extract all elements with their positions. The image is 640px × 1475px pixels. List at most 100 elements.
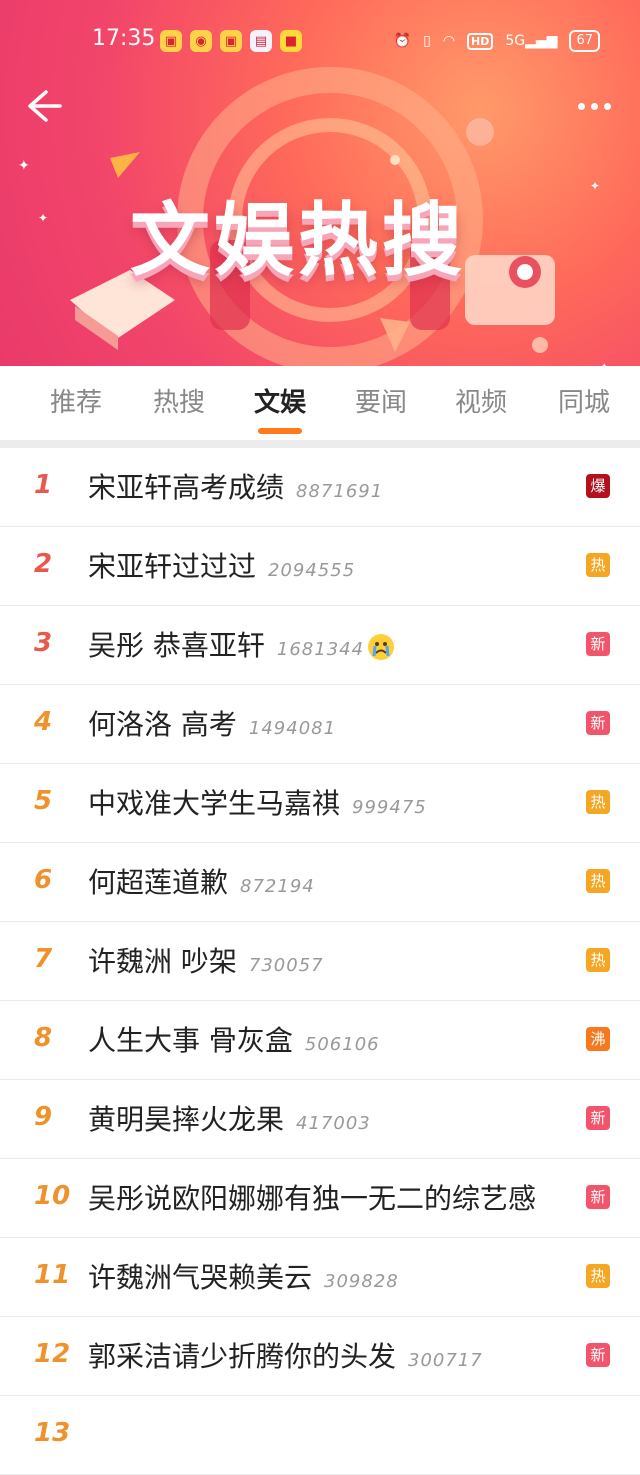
item-title: 郭采洁请少折腾你的头发 [88, 1340, 397, 1373]
item-title-row: 吴彤说欧阳娜娜有独一无二的综艺感 [88, 1177, 536, 1217]
rank-number: 4 [34, 707, 53, 737]
wifi-icon: ◠ [442, 33, 456, 49]
rank-number: 9 [34, 1102, 53, 1132]
item-title-row: 何洛洛 高考 1494081 [88, 703, 336, 743]
rank-number: 10 [34, 1181, 71, 1211]
notification-icons: ▣ ◉ ▣ ▤ ■ [160, 30, 302, 52]
svg-text:✦: ✦ [18, 158, 30, 174]
status-badge: 新 [586, 1185, 610, 1209]
section-divider [0, 440, 640, 448]
tab-entertainment[interactable]: 文娱 [254, 382, 306, 419]
item-title: 何超莲道歉 [88, 866, 229, 899]
list-item[interactable]: 8 人生大事 骨灰盒 506106 沸 [0, 1001, 640, 1080]
svg-text:✦: ✦ [38, 211, 48, 225]
status-bar: 17:35 ▣ ◉ ▣ ▤ ■ ⏰ ▯ ◠ HD 5G▂▄▆ 67 [0, 22, 640, 58]
rank-number: 1 [34, 470, 53, 500]
item-title-row: 何超莲道歉 872194 [88, 861, 315, 901]
item-count: 1494081 [248, 718, 337, 739]
bilibili-notification-icon: ▤ [250, 30, 272, 52]
hot-search-list: 1 宋亚轩高考成绩 8871691 爆 2 宋亚轩过过过 2094555 热 3 吴彤 恭喜亚轩 1… [0, 448, 640, 1475]
status-badge: 新 [586, 1343, 610, 1367]
battery-icon: 67 [569, 30, 600, 52]
vibrate-icon: ▯ [423, 33, 431, 49]
item-title-row: 宋亚轩高考成绩 8871691 [88, 466, 383, 506]
list-item[interactable]: 13 [0, 1396, 640, 1475]
status-badge: 沸 [586, 1027, 610, 1051]
tab-recommend[interactable]: 推荐 [50, 382, 102, 419]
rank-number: 5 [34, 786, 53, 816]
rank-number: 2 [34, 549, 53, 579]
page-title: 文娱热搜 [130, 194, 466, 287]
list-item[interactable]: 3 吴彤 恭喜亚轩 1681344 新 [0, 606, 640, 685]
item-count: 417003 [296, 1113, 371, 1134]
tab-news[interactable]: 要闻 [355, 382, 407, 419]
item-count: 309828 [324, 1271, 399, 1292]
item-title: 宋亚轩高考成绩 [88, 471, 285, 504]
item-title-row: 中戏准大学生马嘉祺 999475 [88, 782, 427, 822]
item-title: 吴彤说欧阳娜娜有独一无二的综艺感 [88, 1182, 537, 1215]
status-badge: 热 [586, 869, 610, 893]
item-title-row: 吴彤 恭喜亚轩 1681344 [88, 624, 395, 664]
tab-video[interactable]: 视频 [455, 382, 507, 419]
status-badge: 新 [586, 711, 610, 735]
status-badge: 新 [586, 1106, 610, 1130]
item-count: 1681344 [276, 639, 365, 660]
item-title: 宋亚轩过过过 [88, 550, 257, 583]
rank-number: 3 [34, 628, 53, 658]
app-notification-icon: ▣ [220, 30, 242, 52]
svg-text:✦: ✦ [590, 179, 600, 193]
status-time: 17:35 [92, 26, 156, 51]
crying-emoji [368, 634, 395, 660]
list-item[interactable]: 1 宋亚轩高考成绩 8871691 爆 [0, 448, 640, 527]
tab-hot-search[interactable]: 热搜 [153, 382, 205, 419]
list-item[interactable]: 2 宋亚轩过过过 2094555 热 [0, 527, 640, 606]
status-badge: 爆 [586, 474, 610, 498]
status-badge: 热 [586, 948, 610, 972]
signal-icon: 5G▂▄▆ [505, 33, 558, 49]
weibo-notification-icon: ◉ [190, 30, 212, 52]
item-title-row: 宋亚轩过过过 2094555 [88, 545, 355, 585]
tab-bar: 推荐 热搜 文娱 要闻 视频 同城 [0, 366, 640, 440]
item-title: 黄明昊摔火龙果 [88, 1103, 285, 1136]
list-item[interactable]: 6 何超莲道歉 872194 热 [0, 843, 640, 922]
alarm-icon: ⏰ [393, 33, 412, 49]
tab-local[interactable]: 同城 [558, 382, 610, 419]
app-notification-icon: ▣ [160, 30, 182, 52]
header-banner: ✦ ✦ ✦ ✦ 17:35 ▣ ◉ ▣ ▤ ■ ⏰ ▯ ◠ HD 5G▂▄▆ 6… [0, 0, 640, 366]
item-title-row: 郭采洁请少折腾你的头发 300717 [88, 1335, 483, 1375]
status-badge: 新 [586, 632, 610, 656]
list-item[interactable]: 5 中戏准大学生马嘉祺 999475 热 [0, 764, 640, 843]
item-count: 730057 [248, 955, 324, 976]
item-title-row: 许魏洲 吵架 730057 [88, 940, 324, 980]
list-item[interactable]: 12 郭采洁请少折腾你的头发 300717 新 [0, 1317, 640, 1396]
rank-number: 11 [34, 1260, 71, 1290]
system-icons: ⏰ ▯ ◠ HD 5G▂▄▆ 67 [394, 30, 600, 52]
item-count: 8871691 [296, 481, 384, 502]
app-notification-icon: ■ [280, 30, 302, 52]
status-badge: 热 [586, 1264, 610, 1288]
more-options-icon[interactable] [578, 96, 618, 116]
list-item[interactable]: 10 吴彤说欧阳娜娜有独一无二的综艺感 新 [0, 1159, 640, 1238]
item-title: 许魏洲 吵架 [88, 945, 237, 978]
list-item[interactable]: 11 许魏洲气哭赖美云 309828 热 [0, 1238, 640, 1317]
item-count: 999475 [352, 797, 427, 818]
rank-number: 7 [34, 944, 53, 974]
item-title-row: 人生大事 骨灰盒 506106 [88, 1019, 380, 1059]
active-tab-indicator [258, 428, 302, 434]
item-title-row: 许魏洲气哭赖美云 309828 [88, 1256, 399, 1296]
list-item[interactable]: 4 何洛洛 高考 1494081 新 [0, 685, 640, 764]
item-title: 中戏准大学生马嘉祺 [88, 787, 341, 820]
item-count: 2094555 [268, 560, 356, 581]
item-count: 300717 [408, 1350, 483, 1371]
rank-number: 6 [34, 865, 53, 895]
status-badge: 热 [586, 553, 610, 577]
list-item[interactable]: 9 黄明昊摔火龙果 417003 新 [0, 1080, 640, 1159]
item-title-row: 黄明昊摔火龙果 417003 [88, 1098, 371, 1138]
list-item[interactable]: 7 许魏洲 吵架 730057 热 [0, 922, 640, 1001]
back-arrow-icon[interactable] [22, 86, 62, 126]
rank-number: 8 [34, 1023, 53, 1053]
hd-icon: HD [467, 32, 494, 50]
item-title: 人生大事 骨灰盒 [88, 1024, 293, 1057]
item-title: 许魏洲气哭赖美云 [88, 1261, 313, 1294]
item-title: 吴彤 恭喜亚轩 [88, 629, 265, 662]
